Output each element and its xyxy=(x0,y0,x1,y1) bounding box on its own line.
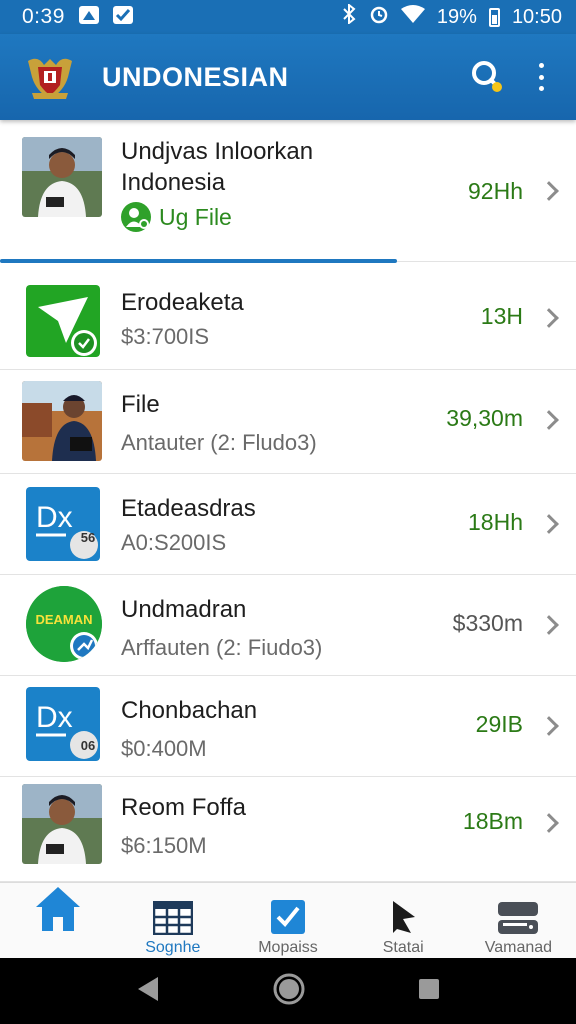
svg-text:Dx: Dx xyxy=(36,501,73,534)
item-title: Etadeasdras xyxy=(121,495,256,522)
item-title-line2: Indonesia xyxy=(121,169,226,196)
list-item[interactable]: Undjvas Inloorkan Indonesia Ug File 92Hh xyxy=(0,122,576,263)
search-button[interactable] xyxy=(470,59,506,95)
status-bar: 0:39 19% 10:50 xyxy=(0,0,576,34)
recents-icon[interactable] xyxy=(418,978,440,1005)
item-value: 92Hh xyxy=(468,178,523,204)
svg-text:Dx: Dx xyxy=(36,701,73,734)
item-subtitle: $0:400M xyxy=(121,736,207,761)
item-value: 29IB xyxy=(475,711,523,737)
nav-label-mopaiss: Mopaiss xyxy=(258,939,318,956)
item-subtitle: $6:150M xyxy=(121,833,207,858)
nav-item-home[interactable] xyxy=(0,883,115,958)
item-title: Erodeaketa xyxy=(121,289,244,316)
search-icon xyxy=(472,61,502,92)
chevron-right-icon xyxy=(539,514,559,534)
item-title: Undmadran xyxy=(121,596,247,623)
server-icon xyxy=(497,897,539,935)
home-circle-icon[interactable] xyxy=(272,972,306,1011)
status-clock-right: 10:50 xyxy=(511,5,562,28)
more-options-button[interactable] xyxy=(536,63,546,91)
dx-app-thumbnail: Dx xyxy=(26,487,100,561)
person-thumbnail xyxy=(22,137,102,217)
home-icon xyxy=(33,887,83,933)
list-item[interactable]: File Antauter (2: Fludo3) 39,30m xyxy=(0,371,576,474)
cursor-icon xyxy=(387,897,419,935)
item-value: $330m xyxy=(452,610,523,636)
thumb-badge: 06 xyxy=(80,738,96,753)
list-item[interactable]: Reom Foffa $6:150M 18Bm xyxy=(0,778,576,882)
alarm-icon xyxy=(369,4,389,30)
nav-item-statai[interactable]: Statai xyxy=(346,883,461,958)
nav-label-statai: Statai xyxy=(382,939,424,956)
chevron-right-icon xyxy=(539,181,559,201)
list-item[interactable]: Erodeaketa $3:700IS 13H xyxy=(0,263,576,370)
item-value: 18Hh xyxy=(468,509,523,535)
person-thumbnail xyxy=(22,784,102,864)
item-title: Undjvas Inloorkan xyxy=(121,138,314,165)
chevron-right-icon xyxy=(539,308,559,328)
wifi-icon xyxy=(400,5,425,29)
crest-logo-icon xyxy=(24,51,76,103)
item-subtitle: A0:S200IS xyxy=(121,530,227,555)
list-item[interactable]: Dx 06 Chonbachan $0:400M 29IB xyxy=(0,677,576,777)
back-icon[interactable] xyxy=(136,976,160,1007)
send-app-thumbnail xyxy=(26,285,100,357)
item-title: Chonbachan xyxy=(121,697,258,724)
status-time: 0:39 xyxy=(22,5,65,28)
file-badge-label: Ug File xyxy=(159,203,232,230)
nav-item-sognhe[interactable]: Sognhe xyxy=(115,883,230,958)
nav-label-sognhe: Sognhe xyxy=(145,939,201,956)
list-item[interactable]: Dx 56 Etadeasdras A0:S200IS 18Hh xyxy=(0,475,576,575)
item-title: Reom Foffa xyxy=(121,794,246,821)
person-thumbnail xyxy=(22,381,102,461)
thumb-badge: 56 xyxy=(80,530,96,545)
check-notification-icon xyxy=(112,5,133,29)
nav-label-vamanad: Vamanad xyxy=(484,939,553,956)
battery-icon xyxy=(488,7,500,27)
item-value: 13H xyxy=(480,303,523,329)
item-subtitle: Arffauten (2: Fiudo3) xyxy=(121,635,323,660)
bluetooth-icon xyxy=(341,2,357,30)
grid-icon xyxy=(152,897,193,935)
chevron-right-icon xyxy=(539,615,559,635)
file-badge: Ug File xyxy=(121,202,313,232)
nav-item-vamanad[interactable]: Vamanad xyxy=(461,883,576,958)
chevron-right-icon xyxy=(539,813,559,833)
chevron-right-icon xyxy=(539,716,559,736)
checkbox-icon xyxy=(270,897,306,935)
chevron-right-icon xyxy=(539,410,559,430)
bottom-navigation: Sognhe Mopaiss Statai Vamanad xyxy=(0,882,576,958)
system-navigation-bar xyxy=(0,958,576,1024)
item-value: 39,30m xyxy=(446,405,523,431)
app-title: UNDONESIAN xyxy=(102,61,289,92)
file-type-icon xyxy=(121,202,151,232)
nav-item-mopaiss[interactable]: Mopaiss xyxy=(230,883,345,958)
item-title: File xyxy=(121,391,160,418)
notification-icon xyxy=(78,5,99,29)
app-bar: UNDONESIAN xyxy=(0,34,576,120)
deaman-logo-text: DEAMAN xyxy=(35,612,93,627)
item-value: 18Bm xyxy=(462,808,523,834)
battery-percent: 19% xyxy=(436,5,477,28)
item-subtitle: Antauter (2: Fludo3) xyxy=(121,430,317,455)
list-item[interactable]: DEAMAN Undmadran Arffauten (2: Fiudo3) $… xyxy=(0,576,576,676)
item-subtitle: $3:700IS xyxy=(121,324,210,349)
